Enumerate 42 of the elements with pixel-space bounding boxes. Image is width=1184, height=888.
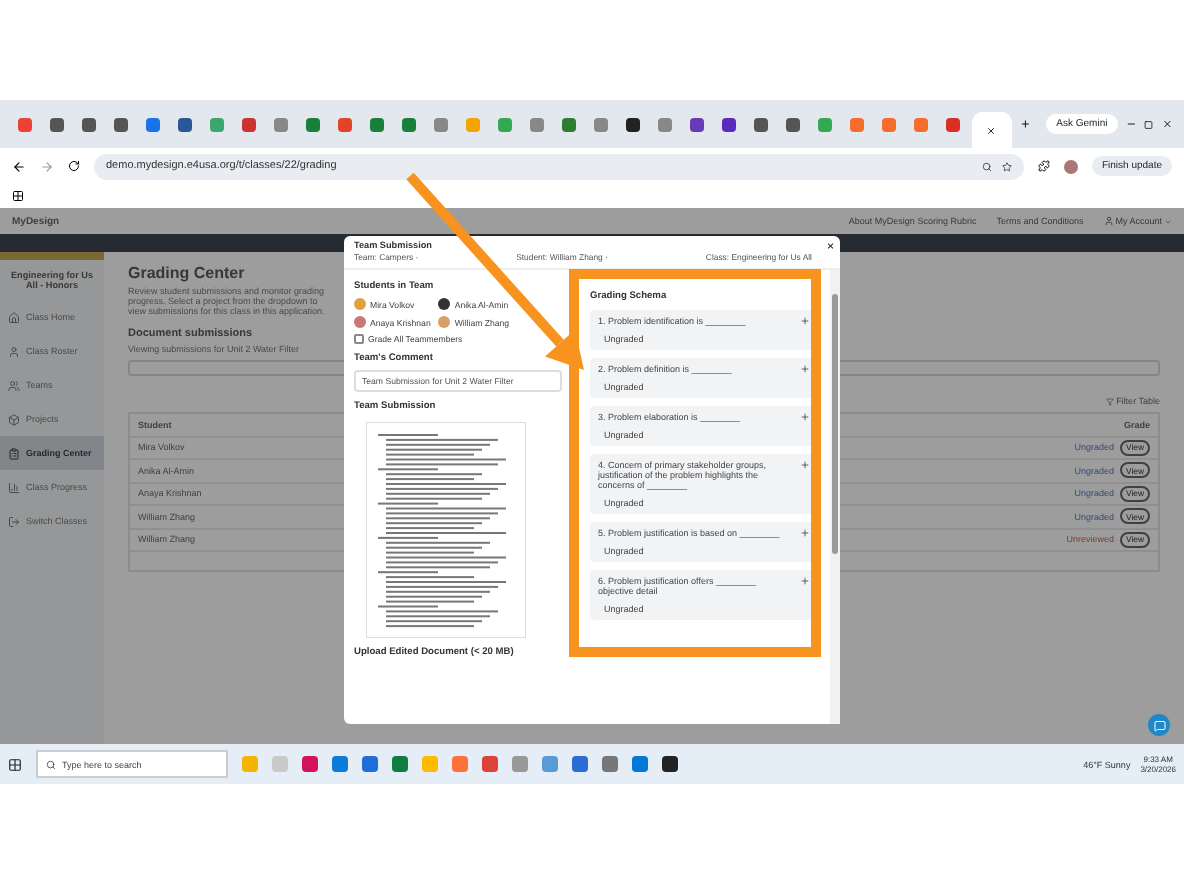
plus-icon[interactable] (800, 460, 810, 470)
browser-tab-icon[interactable] (689, 117, 703, 131)
maximize-icon[interactable] (1144, 119, 1154, 129)
plus-icon[interactable] (800, 576, 810, 586)
browser-tab-icon[interactable] (177, 117, 191, 131)
browser-tab-icon[interactable] (753, 117, 767, 131)
extensions-icon[interactable] (1037, 160, 1050, 172)
chat-icon (1153, 719, 1165, 731)
back-icon[interactable] (12, 159, 26, 173)
browser-tab-icon[interactable] (721, 117, 735, 131)
scrollbar-thumb[interactable] (832, 294, 838, 554)
bar-chart-icon (8, 481, 20, 493)
forward-icon[interactable] (40, 159, 54, 173)
browser-tab-icon[interactable] (81, 117, 95, 131)
users-icon (8, 379, 20, 391)
start-icon[interactable] (8, 757, 22, 771)
checkbox[interactable] (354, 334, 364, 344)
user-icon (8, 345, 20, 357)
chat-button[interactable] (1148, 714, 1170, 736)
browser-tab-icon[interactable] (49, 117, 63, 131)
page-title: Grading Center (128, 264, 245, 282)
plus-icon[interactable] (800, 316, 810, 326)
profile-avatar[interactable] (1063, 159, 1078, 173)
user-icon (1103, 216, 1114, 226)
star-icon[interactable] (1001, 161, 1012, 171)
plus-icon[interactable] (800, 528, 810, 538)
browser-tab-icon[interactable] (625, 117, 639, 131)
search-icon (46, 759, 56, 769)
apps-icon[interactable] (12, 190, 24, 202)
plus-icon[interactable] (800, 412, 810, 422)
new-tab-icon[interactable] (1019, 118, 1031, 130)
reload-icon[interactable] (68, 160, 80, 172)
plus-icon[interactable] (800, 364, 810, 374)
browser-tab-icon[interactable] (113, 117, 127, 131)
home-icon (8, 311, 20, 323)
clipboard-icon (8, 447, 20, 459)
minimize-icon[interactable] (1125, 118, 1137, 130)
filter-icon (1106, 397, 1115, 405)
browser-tab-icon[interactable] (785, 117, 799, 131)
box-icon (8, 413, 20, 425)
exit-icon (8, 515, 20, 527)
search-icon[interactable] (981, 161, 992, 171)
